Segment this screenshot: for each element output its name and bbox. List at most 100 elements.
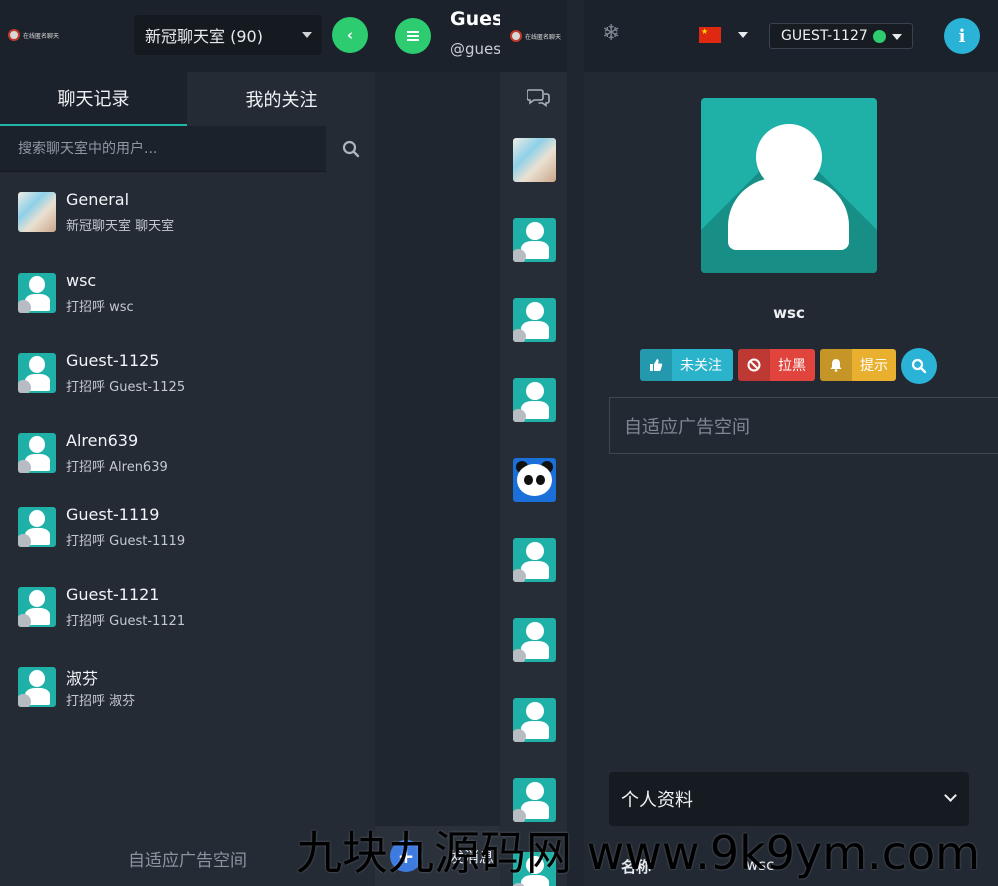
strip-user-avatar[interactable]	[513, 778, 556, 822]
chat-list-item[interactable]: Alren639 打招呼 Alren639	[0, 431, 375, 503]
chat-list-item[interactable]: Guest-1125 打招呼 Guest-1125	[0, 351, 375, 423]
user-avatar	[18, 353, 56, 393]
chat-list-item[interactable]: 淑芬 打招呼 淑芬	[0, 667, 375, 737]
menu-button[interactable]	[395, 18, 431, 54]
chat-list-item[interactable]: Guest-1119 打招呼 Guest-1119	[0, 505, 375, 577]
chat-item-subtitle: 打招呼 淑芬	[66, 694, 136, 709]
site-logo[interactable]: 在线匿名聊天	[8, 29, 59, 41]
chat-item-subtitle: 打招呼 Guest-1121	[66, 614, 186, 629]
chat-list-item[interactable]: General 新冠聊天室 聊天室	[0, 190, 375, 262]
search-button[interactable]	[326, 126, 375, 172]
chat-item-name: Guest-1119	[66, 505, 160, 524]
offline-status-dot	[513, 409, 526, 422]
left-panel: 在线匿名聊天 新冠聊天室 (90) ‹ 聊天记录 我的关注 搜索聊天室中的用户.…	[0, 0, 375, 886]
strip-header: 在线匿名聊天	[500, 0, 567, 72]
strip-user-avatar[interactable]	[513, 618, 556, 662]
search-icon	[911, 358, 927, 374]
offline-status-dot	[513, 329, 526, 342]
thumbs-up-icon	[640, 349, 672, 381]
left-header: 在线匿名聊天 新冠聊天室 (90) ‹	[0, 0, 375, 72]
user-avatar	[18, 507, 56, 547]
chat-item-name: Alren639	[66, 431, 139, 450]
chat-item-name: wsc	[66, 271, 97, 290]
profile-avatar	[701, 98, 877, 273]
top-bar: ❄ ★ GUEST-1127 i	[584, 0, 998, 72]
offline-status-dot	[18, 300, 31, 313]
strip-user-avatar[interactable]	[513, 538, 556, 582]
follow-label: 未关注	[680, 358, 722, 374]
logo-text: 在线匿名聊天	[525, 33, 562, 41]
user-avatar	[18, 587, 56, 627]
strip-user-avatar[interactable]	[513, 698, 556, 742]
user-avatar	[18, 433, 56, 473]
offline-status-dot	[18, 460, 31, 473]
chat-panel: Guest-1127 @guest-1127 + 发消息	[375, 0, 573, 886]
profile-panel: ❄ ★ GUEST-1127 i wsc 未关注 拉黑 提示 自适应广告空间 个…	[584, 0, 998, 886]
chat-item-subtitle: 新冠聊天室 聊天室	[66, 219, 175, 234]
logo-seal-icon	[510, 30, 522, 42]
chat-bubbles-icon[interactable]	[527, 87, 551, 107]
notify-label: 提示	[860, 358, 888, 374]
general-room-avatar	[18, 192, 56, 232]
tab-chat-history[interactable]: 聊天记录	[0, 72, 187, 126]
notify-button[interactable]: 提示	[820, 349, 896, 381]
ad-space: 自适应广告空间	[609, 397, 998, 454]
offline-status-dot	[18, 694, 31, 707]
ad-placeholder: 自适应广告空间	[624, 416, 750, 438]
collapse-sidebar-button[interactable]: ‹	[332, 17, 368, 53]
chat-item-name: Guest-1125	[66, 351, 160, 370]
caret-down-icon	[302, 32, 312, 38]
strip-user-avatar[interactable]	[513, 378, 556, 422]
info-button[interactable]: i	[944, 18, 980, 54]
chat-list-item[interactable]: wsc 打招呼 wsc	[0, 271, 375, 343]
search-icon	[342, 140, 359, 158]
watermark: 九块九源码网 www.9k9ym.com	[296, 826, 980, 880]
snowflake-icon[interactable]: ❄	[602, 21, 620, 46]
user-avatar	[18, 273, 56, 313]
user-avatar	[18, 667, 56, 707]
strip-avatar-general[interactable]	[513, 138, 556, 182]
strip-user-avatar[interactable]	[513, 218, 556, 262]
chat-item-name: 淑芬	[66, 669, 99, 688]
chat-list-item[interactable]: Guest-1121 打招呼 Guest-1121	[0, 585, 375, 657]
info-icon: i	[958, 25, 966, 47]
tab-following[interactable]: 我的关注	[188, 72, 375, 126]
profile-search-button[interactable]	[901, 348, 937, 384]
block-label: 拉黑	[778, 358, 806, 374]
app-root: 在线匿名聊天 新冠聊天室 (90) ‹ 聊天记录 我的关注 搜索聊天室中的用户.…	[0, 0, 998, 886]
logo-seal-icon	[8, 29, 20, 41]
username-label: GUEST-1127	[781, 28, 868, 44]
divider	[567, 0, 584, 886]
block-button[interactable]: 拉黑	[738, 349, 815, 381]
tab-bar: 聊天记录 我的关注	[0, 72, 375, 126]
caret-down-icon	[892, 34, 902, 40]
offline-status-dot	[18, 380, 31, 393]
chevron-down-icon	[944, 789, 957, 802]
tab-label: 聊天记录	[57, 89, 130, 110]
bell-icon	[820, 349, 852, 381]
offline-status-dot	[513, 249, 526, 262]
offline-status-dot	[18, 614, 31, 627]
strip-user-avatar[interactable]	[513, 298, 556, 342]
strip-panda-avatar[interactable]	[513, 458, 556, 502]
chat-item-subtitle: 打招呼 wsc	[66, 300, 134, 315]
chat-item-name: Guest-1121	[66, 585, 160, 604]
caret-down-icon[interactable]	[738, 32, 748, 38]
online-status-dot	[873, 30, 886, 43]
chat-item-subtitle: 打招呼 Guest-1119	[66, 534, 186, 549]
follow-button[interactable]: 未关注	[640, 349, 733, 381]
search-input[interactable]	[0, 126, 326, 172]
user-menu-button[interactable]: GUEST-1127	[769, 23, 913, 49]
section-title: 个人资料	[621, 790, 693, 811]
strip-logo[interactable]: 在线匿名聊天	[510, 30, 561, 42]
chat-header: Guest-1127 @guest-1127	[375, 0, 573, 72]
user-search	[0, 126, 375, 172]
china-flag-icon[interactable]: ★	[699, 27, 721, 43]
room-select[interactable]: 新冠聊天室 (90)	[134, 15, 322, 55]
ban-icon	[738, 349, 770, 381]
avatar-strip: 在线匿名聊天	[500, 0, 567, 886]
hamburger-icon	[407, 31, 419, 41]
chevron-left-icon: ‹	[346, 26, 354, 44]
room-select-value: 新冠聊天室 (90)	[145, 27, 263, 46]
offline-status-dot	[513, 729, 526, 742]
